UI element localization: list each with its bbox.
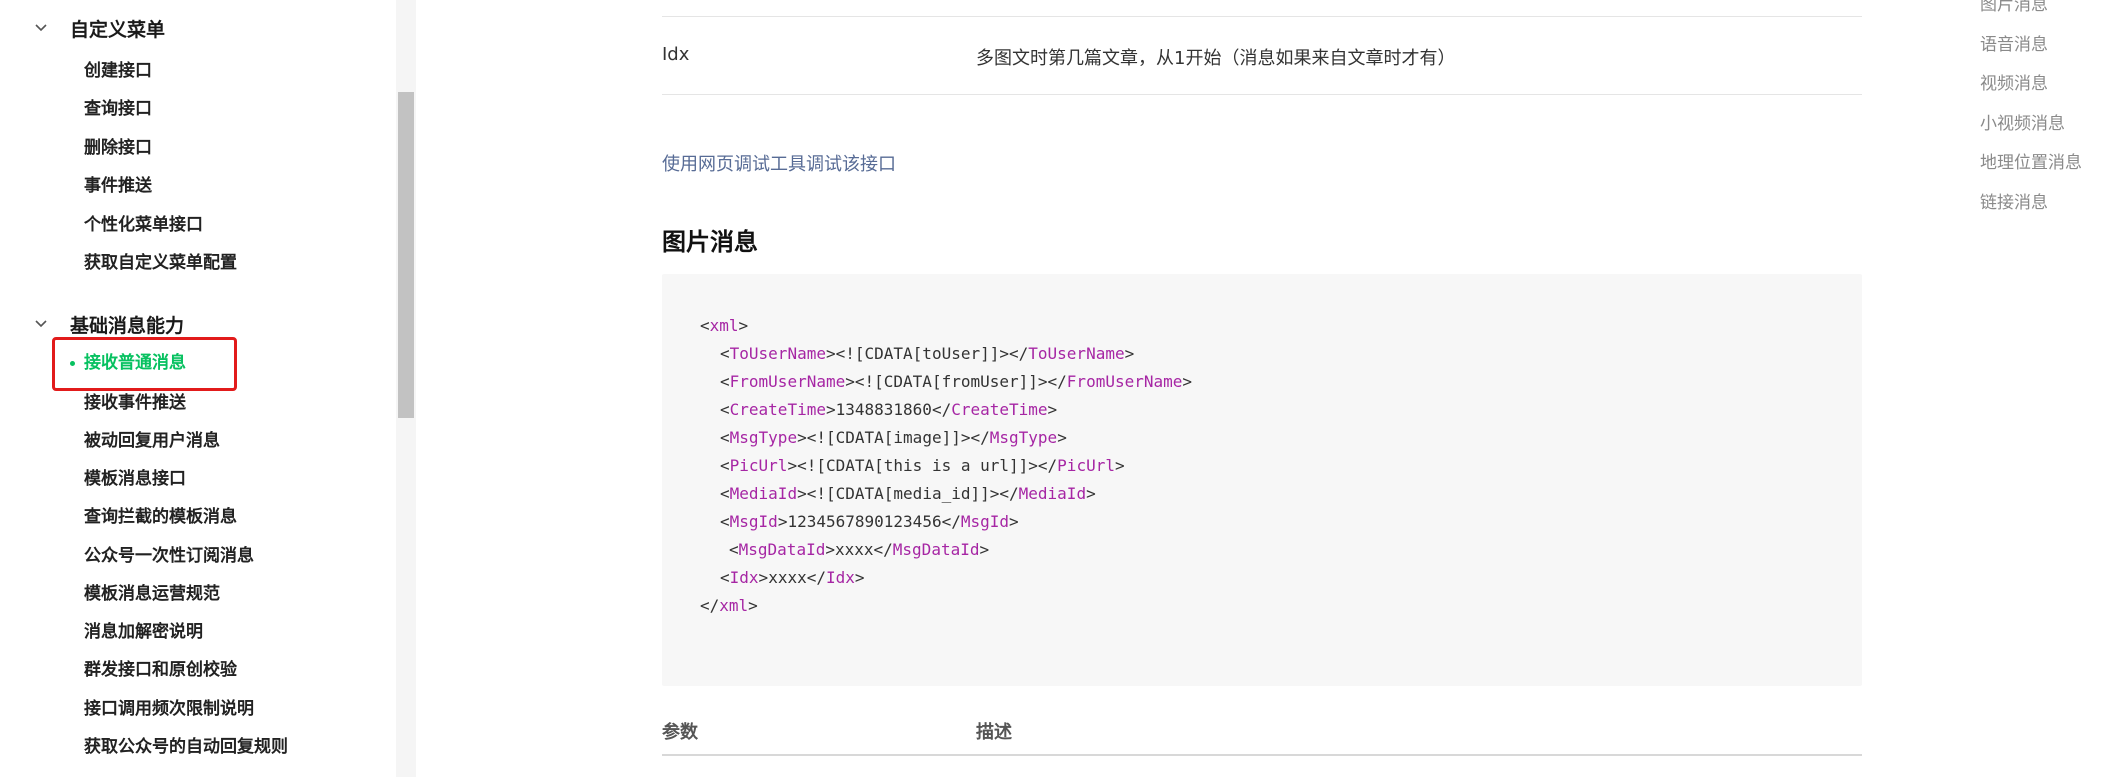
code-line-close: </xml>	[700, 596, 758, 615]
sidebar-item-auto-reply-rules[interactable]: 获取公众号的自动回复规则	[84, 734, 288, 760]
sidebar-item-one-time-subscribe[interactable]: 公众号一次性订阅消息	[84, 543, 254, 569]
table-header-param: 参数	[662, 722, 698, 743]
param-cell: Idx	[662, 44, 690, 65]
sidebar-item-personalized-menu[interactable]: 个性化菜单接口	[84, 212, 203, 238]
sidebar-item-create[interactable]: 创建接口	[84, 58, 152, 84]
code-line: <Idx>xxxx</Idx>	[720, 568, 865, 587]
toc-item-voice[interactable]: 语音消息	[1980, 30, 2048, 55]
sidebar-item-get-menu-config[interactable]: 获取自定义菜单配置	[84, 250, 237, 276]
table-header-desc: 描述	[976, 722, 1012, 743]
scrollbar-thumb[interactable]	[398, 92, 414, 418]
code-line: <ToUserName><![CDATA[toUser]]></ToUserNa…	[720, 344, 1135, 363]
chevron-down-icon	[35, 320, 47, 328]
sidebar-item-query[interactable]: 查询接口	[84, 96, 152, 122]
code-line: <MsgDataId>xxxx</MsgDataId>	[729, 540, 990, 559]
sidebar-item-passive-reply[interactable]: 被动回复用户消息	[84, 428, 220, 454]
chevron-down-icon	[35, 24, 47, 32]
sidebar-item-encryption[interactable]: 消息加解密说明	[84, 619, 203, 645]
toc-item-link[interactable]: 链接消息	[1980, 188, 2048, 213]
toc-item-short-video[interactable]: 小视频消息	[1980, 109, 2065, 134]
page-toc: 图片消息 语音消息 视频消息 小视频消息 地理位置消息 链接消息	[1980, 0, 2119, 777]
sidebar-item-template-rules[interactable]: 模板消息运营规范	[84, 581, 220, 607]
debug-tool-link[interactable]: 使用网页调试工具调试该接口	[662, 150, 896, 176]
sidebar-item-rate-limit[interactable]: 接口调用频次限制说明	[84, 696, 254, 722]
toc-item-location[interactable]: 地理位置消息	[1980, 148, 2082, 173]
sidebar-nav: 自定义菜单 创建接口 查询接口 删除接口 事件推送 个性化菜单接口 获取自定义菜…	[0, 0, 396, 777]
sidebar-item-delete[interactable]: 删除接口	[84, 135, 152, 161]
code-line: <PicUrl><![CDATA[this is a url]]></PicUr…	[720, 456, 1125, 475]
sidebar-scrollbar[interactable]	[396, 0, 416, 777]
sidebar-item-mass-send[interactable]: 群发接口和原创校验	[84, 657, 237, 683]
sidebar-item-blocked-template[interactable]: 查询拦截的模板消息	[84, 504, 237, 530]
toc-item-video[interactable]: 视频消息	[1980, 69, 2048, 94]
toc-item-image[interactable]: 图片消息	[1980, 0, 2048, 15]
desc-cell: 多图文时第几篇文章，从1开始（消息如果来自文章时才有）	[976, 48, 1456, 69]
code-line: <MsgType><![CDATA[image]]></MsgType>	[720, 428, 1067, 447]
sidebar-item-event-push[interactable]: 事件推送	[84, 173, 152, 199]
code-line-open: <xml>	[700, 316, 749, 335]
code-line: <MediaId><![CDATA[media_id]]></MediaId>	[720, 484, 1096, 503]
sidebar-group-title: 自定义菜单	[70, 18, 166, 41]
highlight-annotation-box	[52, 337, 237, 391]
code-block: <xml> <ToUserName><![CDATA[toUser]]></To…	[662, 274, 1862, 686]
code-line: <MsgId>1234567890123456</MsgId>	[720, 512, 1019, 531]
code-line: <FromUserName><![CDATA[fromUser]]></From…	[720, 372, 1193, 391]
table-divider	[662, 94, 1862, 95]
sidebar-item-receive-event-push[interactable]: 接收事件推送	[84, 390, 186, 416]
sidebar-group-basic-messaging[interactable]: 基础消息能力	[34, 310, 184, 338]
sidebar-group-custom-menu[interactable]: 自定义菜单	[34, 14, 165, 42]
section-title: 图片消息	[662, 228, 758, 256]
sidebar-group-title: 基础消息能力	[70, 314, 185, 337]
table-header-divider	[662, 754, 1862, 756]
sidebar-item-template-message[interactable]: 模板消息接口	[84, 466, 186, 492]
main-content: Idx 多图文时第几篇文章，从1开始（消息如果来自文章时才有） 使用网页调试工具…	[416, 0, 1936, 777]
code-line: <CreateTime>1348831860</CreateTime>	[720, 400, 1058, 419]
table-divider	[662, 16, 1862, 17]
